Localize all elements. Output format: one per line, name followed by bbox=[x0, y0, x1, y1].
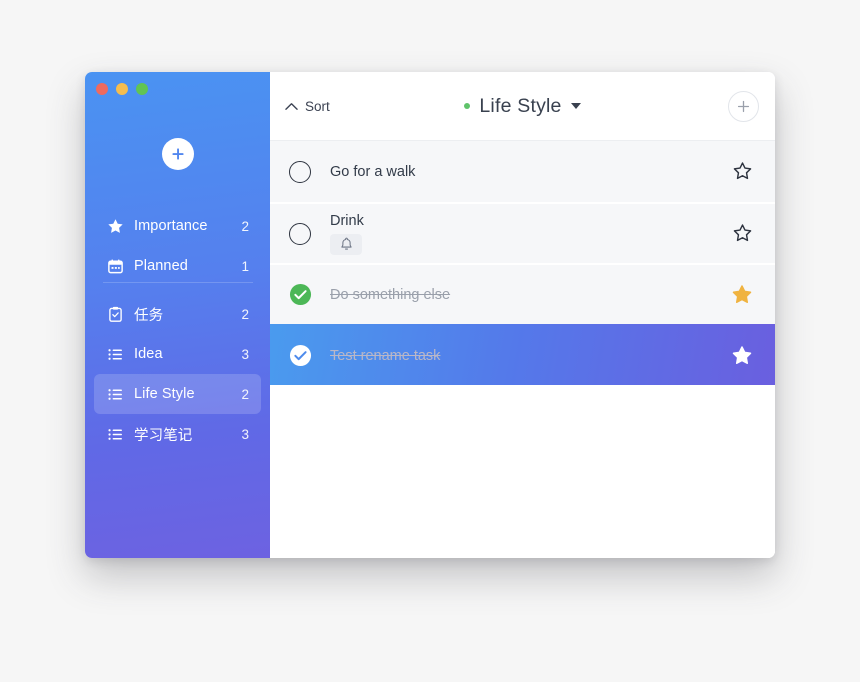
star-filled-icon bbox=[732, 284, 752, 303]
task-title: Do something else bbox=[330, 286, 451, 303]
sidebar-item-label: 学习笔记 bbox=[134, 427, 193, 444]
task-checkbox[interactable] bbox=[288, 283, 312, 307]
sidebar-item-planned[interactable]: Planned 1 bbox=[94, 246, 261, 286]
task-star-toggle[interactable] bbox=[731, 284, 753, 306]
sidebar-item-count: 2 bbox=[241, 218, 249, 234]
task-row[interactable]: Drink bbox=[270, 202, 775, 263]
calendar-icon bbox=[106, 257, 124, 275]
sort-button[interactable]: Sort bbox=[285, 99, 330, 114]
app-window: Importance 2 Planned 1 任务 2 Idea 3 Life … bbox=[85, 72, 775, 558]
check-circle-filled-icon bbox=[289, 283, 311, 306]
sidebar-item-life-style[interactable]: Life Style 2 bbox=[94, 374, 261, 414]
sidebar: Importance 2 Planned 1 任务 2 Idea 3 Life … bbox=[85, 72, 270, 558]
star-icon bbox=[106, 217, 124, 235]
sidebar-item-study-notes[interactable]: 学习笔记 3 bbox=[94, 414, 261, 454]
task-list: Go for a walk Drink Do something else Te… bbox=[270, 141, 775, 558]
page-title: Life Style bbox=[479, 94, 562, 117]
star-outline-icon bbox=[733, 162, 751, 180]
star-filled-icon bbox=[732, 345, 752, 364]
circle-empty-icon bbox=[289, 222, 311, 245]
list-icon bbox=[106, 425, 124, 443]
task-body: Go for a walk bbox=[330, 164, 719, 180]
sort-label: Sort bbox=[305, 98, 330, 114]
sidebar-item-label: Importance bbox=[134, 218, 208, 234]
sidebar-add-list-wrap bbox=[85, 138, 270, 170]
sidebar-item-label: Planned bbox=[134, 258, 188, 274]
sidebar-item-label: Life Style bbox=[134, 386, 195, 402]
sidebar-user-lists: 任务 2 Idea 3 Life Style 2 学习笔记 3 bbox=[85, 294, 270, 454]
task-checkbox[interactable] bbox=[288, 160, 312, 184]
task-star-toggle[interactable] bbox=[731, 161, 753, 183]
task-body: Drink bbox=[330, 213, 719, 255]
minimize-button[interactable] bbox=[116, 83, 128, 95]
main-header: Sort Life Style bbox=[270, 72, 775, 141]
sidebar-item-label: Idea bbox=[134, 346, 163, 362]
add-task-button[interactable] bbox=[728, 90, 759, 122]
task-row[interactable]: Test rename task bbox=[270, 324, 775, 385]
window-controls bbox=[96, 83, 148, 95]
list-icon bbox=[106, 345, 124, 363]
chevron-up-icon bbox=[285, 102, 298, 110]
sidebar-item-importance[interactable]: Importance 2 bbox=[94, 206, 261, 246]
sidebar-item-count: 1 bbox=[241, 258, 249, 274]
clipboard-check-icon bbox=[106, 305, 124, 323]
task-title: Test rename task bbox=[330, 347, 441, 364]
list-title-group: Life Style bbox=[270, 95, 775, 118]
list-icon bbox=[106, 385, 124, 403]
task-checkbox[interactable] bbox=[288, 222, 312, 246]
check-circle-filled-icon bbox=[289, 344, 311, 367]
task-title: Drink bbox=[330, 212, 364, 229]
main-panel: Sort Life Style Go for a walk Drink Do s… bbox=[270, 72, 775, 558]
circle-empty-icon bbox=[289, 160, 311, 183]
task-row[interactable]: Go for a walk bbox=[270, 141, 775, 202]
task-body: Test rename task bbox=[330, 348, 719, 364]
sidebar-item-count: 2 bbox=[241, 386, 249, 402]
task-checkbox[interactable] bbox=[288, 344, 312, 368]
task-star-toggle[interactable] bbox=[731, 345, 753, 367]
plus-icon bbox=[171, 148, 184, 160]
bell-icon bbox=[340, 237, 352, 250]
plus-icon bbox=[737, 100, 750, 112]
caret-down-icon[interactable] bbox=[570, 103, 581, 109]
list-status-dot bbox=[464, 103, 471, 109]
close-button[interactable] bbox=[96, 83, 108, 95]
sidebar-item-count: 2 bbox=[241, 306, 249, 322]
task-row[interactable]: Do something else bbox=[270, 263, 775, 324]
task-body: Do something else bbox=[330, 287, 719, 303]
add-list-button[interactable] bbox=[161, 138, 194, 170]
task-reminder-badge[interactable] bbox=[330, 233, 362, 255]
sidebar-smart-lists: Importance 2 Planned 1 bbox=[85, 206, 270, 286]
sidebar-item-count: 3 bbox=[241, 346, 249, 362]
sidebar-item-tasks[interactable]: 任务 2 bbox=[94, 294, 261, 334]
star-outline-icon bbox=[733, 224, 751, 242]
task-title: Go for a walk bbox=[330, 163, 416, 180]
task-star-toggle[interactable] bbox=[731, 223, 753, 245]
maximize-button[interactable] bbox=[136, 83, 148, 95]
sidebar-item-label: 任务 bbox=[134, 307, 164, 324]
sidebar-item-idea[interactable]: Idea 3 bbox=[94, 334, 261, 374]
sidebar-item-count: 3 bbox=[241, 426, 249, 442]
